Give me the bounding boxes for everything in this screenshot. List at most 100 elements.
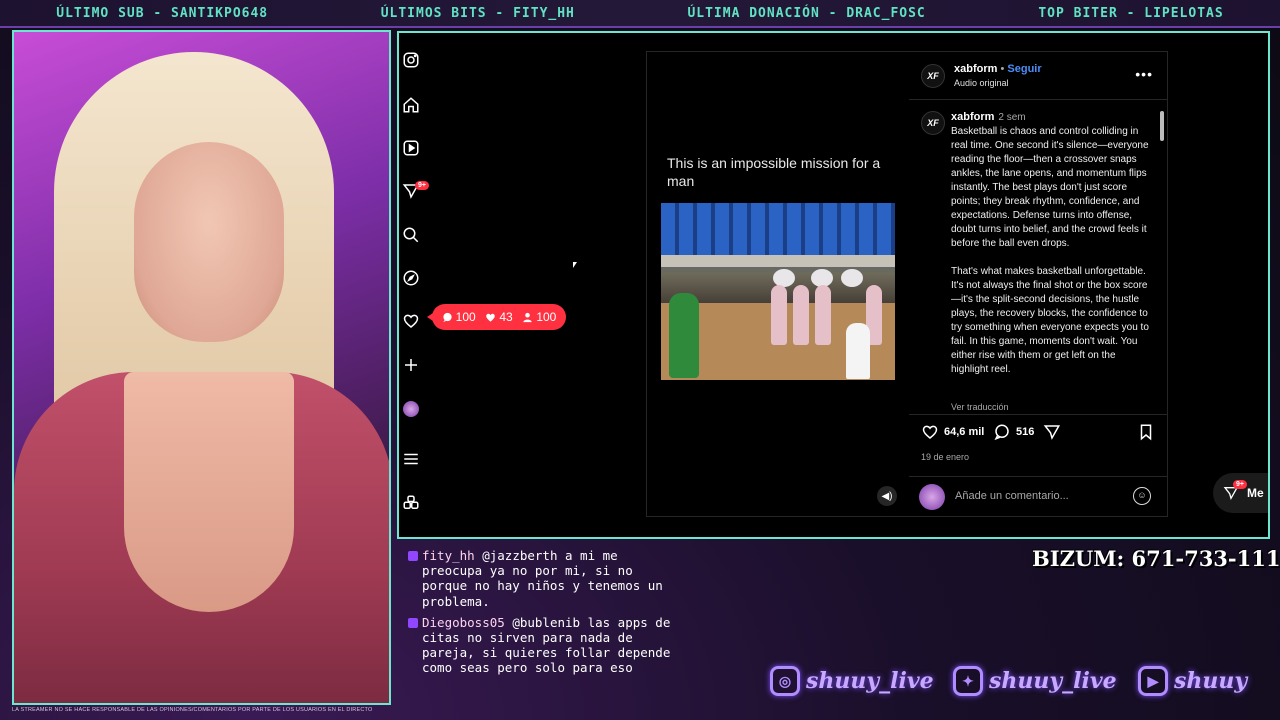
mouse-cursor [573, 262, 577, 268]
emoji-icon[interactable]: ☺ [1133, 487, 1151, 505]
video-caption: This is an impossible mission for a man [667, 155, 881, 189]
chat-username: fity_hh [422, 548, 475, 563]
stream-disclaimer: LA STREAMER NO SE HACE RESPONSABLE DE LA… [12, 707, 373, 713]
notifications-heart-icon[interactable] [401, 311, 421, 331]
post-date: 19 de enero [921, 452, 970, 462]
chat-message: fity_hh @jazzberth a mi me preocupa ya n… [408, 548, 678, 609]
heart-icon [922, 425, 938, 439]
pill-likes: 43 [485, 310, 513, 324]
explore-icon[interactable] [401, 268, 421, 288]
home-icon[interactable] [401, 95, 421, 115]
add-comment-input[interactable]: Añade un comentario... [955, 490, 1069, 502]
comment-author-avatar[interactable]: XF [921, 111, 945, 135]
comment-icon [443, 312, 452, 322]
post-author: xabform • Seguir [954, 63, 1042, 75]
last-donation-label: ÚLTIMA DONACIÓN - DRAC_FOSC [687, 5, 926, 21]
pompom [841, 269, 863, 287]
search-icon[interactable] [401, 225, 421, 245]
bizum-donation-label: BIZUM: 671-733-111 [1032, 546, 1280, 571]
instagram-nav-rail: 9+ [399, 33, 429, 537]
reels-icon[interactable] [401, 138, 421, 158]
stream-chat: fity_hh @jazzberth a mi me preocupa ya n… [408, 548, 678, 713]
webcam-person-face [134, 142, 284, 342]
arena-railing [661, 255, 895, 267]
last-bits-label: ÚLTIMOS BITS - FITY_HH [380, 5, 575, 21]
cheerleader [771, 285, 787, 345]
instagram-window: 9+ 100 43 100 This is an impossible miss… [397, 31, 1270, 539]
separator-dot: • [1000, 63, 1005, 75]
stream-ticker: ÚLTIMO SUB - SANTIKPO648 ÚLTIMOS BITS - … [0, 0, 1280, 28]
more-apps-icon[interactable] [401, 493, 421, 513]
instagram-handle: shuuy_live [806, 668, 934, 694]
heart-icon [486, 313, 496, 322]
create-plus-icon[interactable] [401, 355, 421, 375]
player-green-jersey [669, 293, 699, 378]
pill-follows: 100 [522, 310, 556, 324]
webcam-feed [12, 30, 391, 705]
comment-count: 516 [1016, 426, 1035, 438]
chat-message: Diegoboss05 @bublenib las apps de citas … [408, 615, 678, 676]
author-avatar[interactable]: XF [921, 64, 945, 88]
author-name-link[interactable]: xabform [954, 63, 997, 75]
arena-seats [661, 203, 895, 258]
cheerleader [793, 285, 809, 345]
webcam-person-neckline [124, 372, 294, 612]
profile-avatar[interactable] [403, 401, 419, 417]
comment-button[interactable]: 516 [993, 423, 1034, 441]
post-header: XF xabform • Seguir Audio original ••• [909, 52, 1167, 100]
twitch-badge-icon [408, 551, 418, 561]
messages-float-label: Me [1247, 486, 1264, 500]
chat-username: Diegoboss05 [422, 614, 505, 630]
volume-icon[interactable]: ◀) [877, 486, 897, 506]
pill-follows-count: 100 [536, 310, 557, 324]
post-description: Basketball is chaos and control collidin… [951, 126, 1149, 375]
scrollbar-thumb[interactable] [1160, 111, 1164, 141]
pill-comments-count: 100 [455, 310, 476, 324]
share-icon [1043, 425, 1061, 440]
instagram-icon: ◎ [770, 666, 800, 696]
pill-likes-count: 43 [499, 310, 513, 324]
share-button[interactable] [1043, 423, 1061, 441]
youtube-icon: ▶ [1138, 666, 1168, 696]
pill-comments: 100 [442, 310, 476, 324]
post-video[interactable]: This is an impossible mission for a man … [647, 52, 909, 516]
instagram-logo-icon[interactable] [401, 50, 421, 70]
social-handles: ◎ shuuy_live ✦ shuuy_live ▶ shuuy [770, 666, 1270, 710]
post-actions: 64,6 mil 516 19 de enero [909, 414, 1167, 470]
social-youtube: ▶ shuuy [1138, 666, 1247, 696]
post-comments-area: XF xabform 2 sem Basketball is chaos and … [909, 101, 1167, 413]
notifications-summary-pill[interactable]: 100 43 100 [427, 304, 566, 330]
add-comment-bar: Añade un comentario... ☺ [909, 476, 1167, 516]
last-sub-label: ÚLTIMO SUB - SANTIKPO648 [56, 5, 269, 21]
comment-icon [994, 424, 1009, 441]
twitch-badge-icon [408, 617, 418, 628]
see-translation-link[interactable]: Ver traducción [951, 402, 1009, 412]
save-button[interactable] [1137, 423, 1155, 441]
bookmark-icon [1140, 424, 1152, 441]
video-frame-basketball [661, 203, 895, 380]
twitter-handle: shuuy_live [989, 668, 1117, 694]
current-user-avatar [919, 484, 945, 510]
menu-hamburger-icon[interactable] [401, 449, 421, 469]
comment-author-name[interactable]: xabform [951, 111, 994, 123]
audio-label[interactable]: Audio original [954, 78, 1009, 88]
messages-float-badge: 9+ [1233, 480, 1247, 489]
like-count: 64,6 mil [944, 426, 985, 438]
post-modal: This is an impossible mission for a man … [646, 51, 1168, 517]
youtube-handle: shuuy [1174, 668, 1248, 694]
follow-button[interactable]: Seguir [1007, 63, 1041, 75]
social-instagram: ◎ shuuy_live [770, 666, 934, 696]
comment-author: xabform 2 sem [951, 111, 1026, 123]
twitter-icon: ✦ [953, 666, 983, 696]
top-biter-label: TOP BITER - LIPELOTAS [1038, 5, 1224, 21]
post-sidebar: XF xabform • Seguir Audio original ••• X… [909, 52, 1167, 516]
cheerleader [815, 285, 831, 345]
more-options-icon[interactable]: ••• [1135, 66, 1153, 82]
comments-scrollbar[interactable] [1159, 101, 1165, 413]
like-button[interactable]: 64,6 mil [921, 423, 984, 441]
player-white-jersey [846, 323, 870, 379]
comment-time: 2 sem [998, 112, 1026, 123]
messages-floating-button[interactable]: Me 9+ [1213, 473, 1268, 513]
social-twitter: ✦ shuuy_live [953, 666, 1117, 696]
person-icon [523, 312, 532, 322]
